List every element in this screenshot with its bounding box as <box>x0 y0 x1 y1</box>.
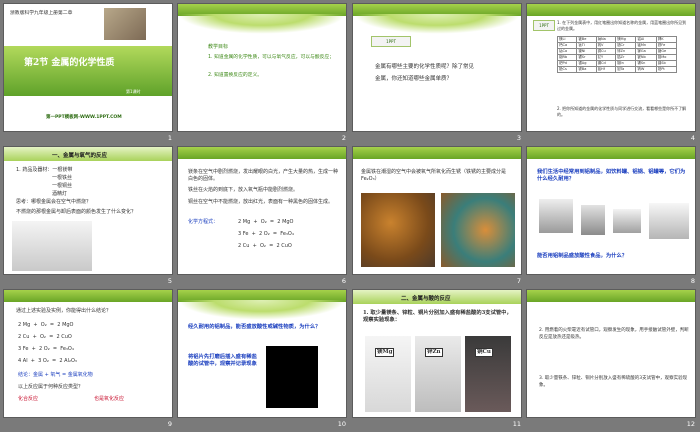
material-4: 酒精灯 <box>52 191 68 197</box>
slide-thumbnail-2[interactable]: 教学目标 1. 知道金属的化学性质，可以与氧气反应，可以与酸反应； 2. 知道置… <box>177 3 352 146</box>
material-2: 一根铁丝 <box>52 175 73 181</box>
slide-thumbnail-5[interactable]: 一、金属与氧气的反应 1. 药品及器材：一根镁带 一根铁丝 一根铜丝 酒精灯 思… <box>3 146 178 289</box>
slide-thumbnail-7[interactable]: 金属铁在潮湿的空气中会被氧气所氧化而生锈（铁锈的主要成分是Fe₂O₃） 7 <box>352 146 527 289</box>
slide-number: 10 <box>337 420 346 428</box>
slide-thumbnail-9[interactable]: 通过上述实验及实例，你能得出什么结论？ 2 Mg + O₂ = 2 MgO 2 … <box>3 289 178 432</box>
prompt: 通过上述实验及实例，你能得出什么结论？ <box>16 308 112 314</box>
reaction-question: 以上反应属于何种反应类型？ <box>18 384 84 390</box>
section-title: 一、金属与氧气的反应 <box>52 153 108 159</box>
equation-2: 3 Fe + 2 O₂ = Fe₃O₄ <box>238 231 294 237</box>
slide-thumbnail-8[interactable]: 我们生活中经常用到铝制品，如饮料罐、铝锅、铝罐等，它们为什么经久耐用？ 能否用铝… <box>526 146 700 289</box>
swoosh <box>353 14 521 34</box>
step-3: 3. 取少量铁条、锌粒、铜片分别放入盛有稀硫酸的3支试管中，观察实验现象。 <box>539 376 688 388</box>
slide-number: 12 <box>686 420 695 428</box>
top-band <box>178 147 346 159</box>
pot-photo <box>539 199 573 233</box>
slide-number: 1 <box>167 134 172 142</box>
question-2: 能否用铝制品盛放酸性食品，为什么？ <box>537 253 628 259</box>
question-line: 不燃烧的那根金属与卸后表面的颜色发生了什么变化？ <box>16 209 137 215</box>
brand-badge: 1PPT <box>533 20 555 31</box>
tube-cu-label: 铜Cu <box>475 348 493 357</box>
answer-2: 也是氧化反应 <box>94 396 125 402</box>
answer-1: 化合反应 <box>18 396 39 402</box>
question-line-1: 金属有哪些主要的化学性质呢？除了常见 <box>375 64 475 70</box>
burner-photo <box>12 221 92 271</box>
slide-sorter-view: { "slides":[ {"num":"1","header":"浙教版科学九… <box>0 0 700 431</box>
slide-thumbnail-6[interactable]: 镁条在空气中剧烈燃烧，发出耀眼的白光，产生大量的热，生成一种白色的固体。 铁丝在… <box>177 146 352 289</box>
slide-number: 3 <box>516 134 521 142</box>
slide-number: 4 <box>690 134 695 142</box>
rust-photo-2 <box>441 193 515 267</box>
slide-number: 11 <box>512 420 521 428</box>
eq-1: 2 Mg + O₂ = 2 MgO <box>18 322 74 328</box>
slide-number: 9 <box>167 420 172 428</box>
materials-line: 1. 药品及器材：一根镁带 <box>16 167 73 173</box>
material-3: 一根铜丝 <box>52 183 73 189</box>
tube-zn-label: 锌Zn <box>425 348 443 357</box>
eq-4: 4 Al + 3 O₂ = 2 Al₂O₃ <box>18 358 77 364</box>
swoosh <box>178 300 346 320</box>
conclusion: 结论：金属 + 氧气 = 金属氧化物 <box>18 372 93 378</box>
slide-thumbnail-10[interactable]: 经久耐用的铝制品，能否盛放酸性或碱性物质，为什么？ 将铝片先打磨后插入盛有稀盐酸… <box>177 289 352 432</box>
equation-3: 2 Cu + O₂ = 2 CuO <box>238 243 292 249</box>
obs-2: 铁丝在火焰的到底下，放入氧气瓶中能剧烈燃烧。 <box>188 187 299 193</box>
task-2: 2. 把你所知道的金属的化学性质与同学进行交流，看看哪些是你所不了解的。 <box>557 106 687 117</box>
rust-photo-1 <box>361 193 435 267</box>
tube-mg-label: 镁Mg <box>375 348 395 357</box>
metal-table: 镁Li 铍Be 钠Na 镁Mg 铝Al 钾K 钙Ca 钛Ti 钒V 铬Cr 锰Mn 铁Fe 钴Co 镍… <box>556 36 678 73</box>
obs-1: 镁条在空气中剧烈燃烧，发出耀眼的白光，产生大量的热，生成一种白色的固体。 <box>188 169 339 182</box>
top-band <box>527 290 695 302</box>
question: 经久耐用的铝制品，能否盛放酸性或碱性物质，为什么？ <box>188 324 321 330</box>
utensil-photo <box>649 203 689 239</box>
obs-3: 铜丝在空气中不能燃烧，放出红光，表面有一种黑色的固体生成。 <box>188 199 334 205</box>
task-1: 1. 在下列金属表中，用红笔圈出你知道名称的金属，用蓝笔圈出你所见到过的金属。 <box>557 20 687 31</box>
foil-photo <box>613 209 641 233</box>
top-band <box>527 4 695 16</box>
slide-thumbnail-11[interactable]: 二、金属与酸的反应 1. 取少量镁条、锌粒、铜片分别加入盛有稀盐酸的3支试管中，… <box>352 289 527 432</box>
slide-thumbnail-4[interactable]: 1PPT 1. 在下列金属表中，用红笔圈出你知道名称的金属，用蓝笔圈出你所见到过… <box>526 3 700 146</box>
top-band <box>4 290 172 302</box>
instruction: 1. 取少量镁条、锌粒、铜片分别加入盛有稀盐酸的3支试管中，观察实验现象： <box>363 310 512 323</box>
goal-1: 1. 知道金属的化学性质，可以与氧气反应，可以与酸反应； <box>208 55 335 60</box>
eq-3: 3 Fe + 2 O₂ = Fe₃O₄ <box>18 346 74 352</box>
goal-2: 2. 知道置换反应的定义。 <box>208 73 263 78</box>
eq-2: 2 Cu + O₂ = 2 CuO <box>18 334 72 340</box>
equation-label: 化学方程式： <box>188 219 219 225</box>
slide-title: 第2节 金属的化学性质 <box>24 58 115 68</box>
rust-text: 金属铁在潮湿的空气中会被氧气所氧化而生锈（铁锈的主要成分是Fe₂O₃） <box>361 169 507 182</box>
section-title: 二、金属与酸的反应 <box>401 296 451 302</box>
video-placeholder[interactable] <box>266 346 318 408</box>
question: 我们生活中经常用到铝制品，如饮料罐、铝锅、铝罐等，它们为什么经久耐用？ <box>537 169 686 182</box>
slide-number: 6 <box>341 277 346 285</box>
slide-thumbnail-3[interactable]: 1PPT 金属有哪些主要的化学性质呢？除了常见 金属，你还知道哪些金属单质？ 3 <box>352 3 527 146</box>
slide-grid: 浙教版科学九年级上册第二章 第2节 金属的化学性质 第1课时 第一PPT模板网-… <box>0 0 700 431</box>
slide-number: 7 <box>516 277 521 285</box>
think-line: 思考：哪根金属会在空气中燃烧？ <box>16 199 92 205</box>
metal-photo <box>104 8 146 40</box>
top-band <box>353 147 521 159</box>
equation-1: 2 Mg + O₂ = 2 MgO <box>238 219 294 225</box>
can-photo <box>581 205 605 235</box>
slide-label: 教学目标 <box>208 44 229 50</box>
slide-thumbnail-1[interactable]: 浙教版科学九年级上册第二章 第2节 金属的化学性质 第1课时 第一PPT模板网-… <box>3 3 178 146</box>
slide-thumbnail-12[interactable]: 2. 用燃着的火柴靠近有试管口，观察发生的现象，用手接触试管外壁，判断反应是放热… <box>526 289 700 432</box>
slide-footer: 第一PPT模板网-WWW.1PPT.COM <box>46 115 122 120</box>
swoosh <box>178 14 346 34</box>
slide-subtitle: 第1课时 <box>126 89 141 94</box>
title-band <box>4 46 172 96</box>
slide-number: 8 <box>690 277 695 285</box>
slide-number: 2 <box>341 134 346 142</box>
slide-number: 5 <box>167 277 172 285</box>
question-2: 将铝片先打磨后插入盛有稀盐酸的试管中，观察并记录现象 <box>188 354 257 367</box>
top-band <box>527 147 695 159</box>
brand-badge: 1PPT <box>371 36 411 47</box>
question-line-2: 金属，你还知道哪些金属单质？ <box>375 76 453 82</box>
step-2: 2. 用燃着的火柴靠近有试管口，观察发生的现象，用手接触试管外壁，判断反应是放热… <box>539 328 689 340</box>
slide-header: 浙教版科学九年级上册第二章 <box>10 11 73 16</box>
